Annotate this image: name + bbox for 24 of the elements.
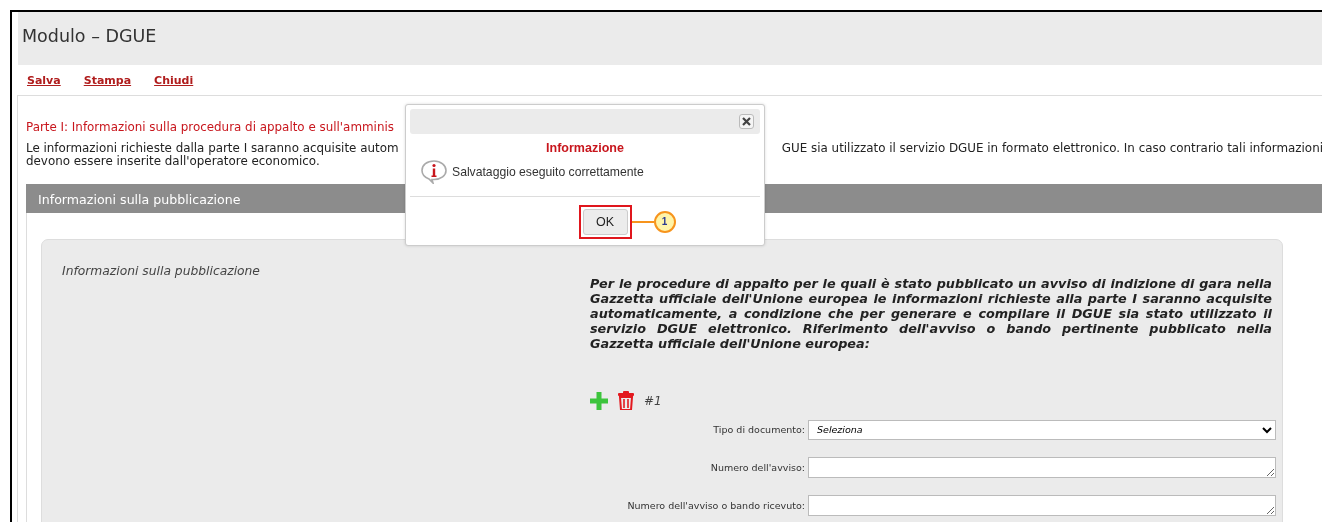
callout-line <box>631 220 654 223</box>
intro-text: Le informazioni richieste dalla parte I saranno acquisite autom <box>26 141 399 155</box>
field-label: Numero dell'avviso o bando ricevuto: <box>626 498 806 513</box>
select-field[interactable]: Seleziona <box>808 419 1276 440</box>
ok-button[interactable]: OK <box>582 209 628 236</box>
item-number: #1 <box>644 392 662 410</box>
dialog-message: Salvataggio eseguito correttamente <box>452 163 644 181</box>
toolbar-link[interactable]: Stampa <box>83 72 132 90</box>
callout-marker: 1 <box>653 210 676 233</box>
description-text: Per le procedure di appalto per le quali è stato pubblicato un avviso di indizione di gara nella Gazzetta ufficiale dell'Unione europea le informazioni richieste alla parte I saranno acquisite automaticamente, a condizione che per generare e compilare il DGUE sia stato utilizzato il servizio DGUE elettronico. Riferimento dell'avviso o bando pertinente pubblicato nella Gazzetta ufficiale dell'Unione europea: <box>590 275 1272 351</box>
toolbar-link[interactable]: Chiudi <box>154 72 194 90</box>
intro-text: GUE sia utilizzato il servizio DGUE in formato elettronico. In caso contrario tali informazioni <box>781 141 1322 155</box>
window-title: Modulo – DGUE <box>18 12 1322 65</box>
text-field[interactable] <box>808 457 1276 479</box>
field-label: Tipo di documento: <box>712 422 806 437</box>
section-heading: Parte I: Informazioni sulla procedura di appalto e sull'amminis <box>26 119 394 136</box>
text-field[interactable] <box>808 495 1276 517</box>
toolbar-link[interactable]: Salva <box>27 72 61 90</box>
trash-icon[interactable] <box>618 391 634 411</box>
info-icon <box>420 159 448 184</box>
dialog-title: Informazione <box>545 140 625 157</box>
field-label: Numero dell'avviso: <box>709 460 806 475</box>
intro-text: devono essere inserite dall'operatore economico. <box>26 154 320 168</box>
panel-label: Informazioni sulla pubblicazione <box>62 263 260 278</box>
